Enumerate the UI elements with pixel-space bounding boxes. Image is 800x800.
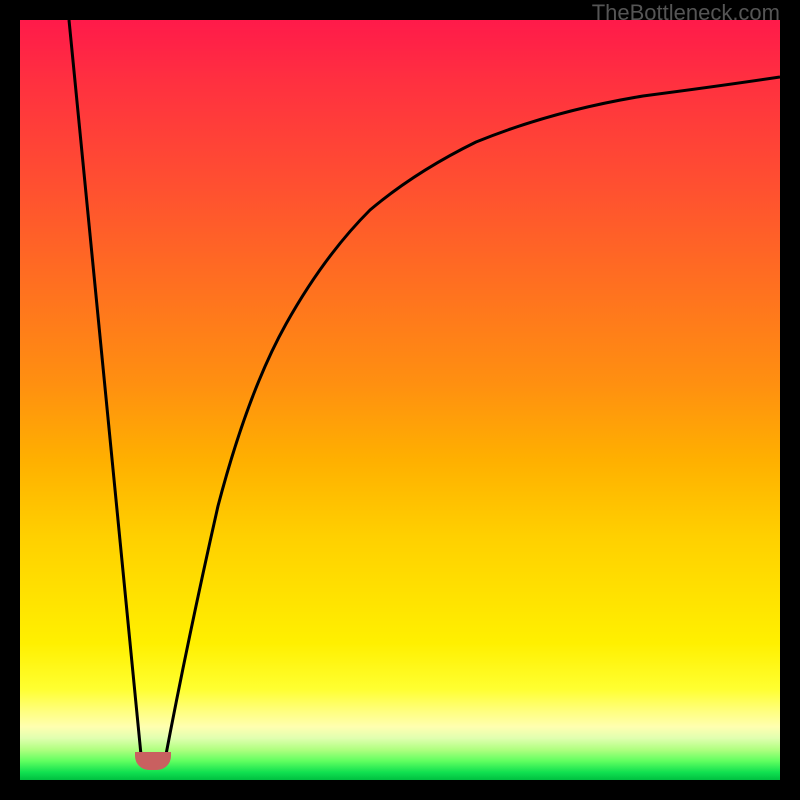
chart-container: TheBottleneck.com bbox=[0, 0, 800, 800]
chart-svg bbox=[20, 20, 780, 780]
left-line bbox=[69, 20, 142, 765]
plot-area bbox=[20, 20, 780, 780]
watermark-text: TheBottleneck.com bbox=[592, 0, 780, 26]
right-curve bbox=[164, 77, 780, 765]
